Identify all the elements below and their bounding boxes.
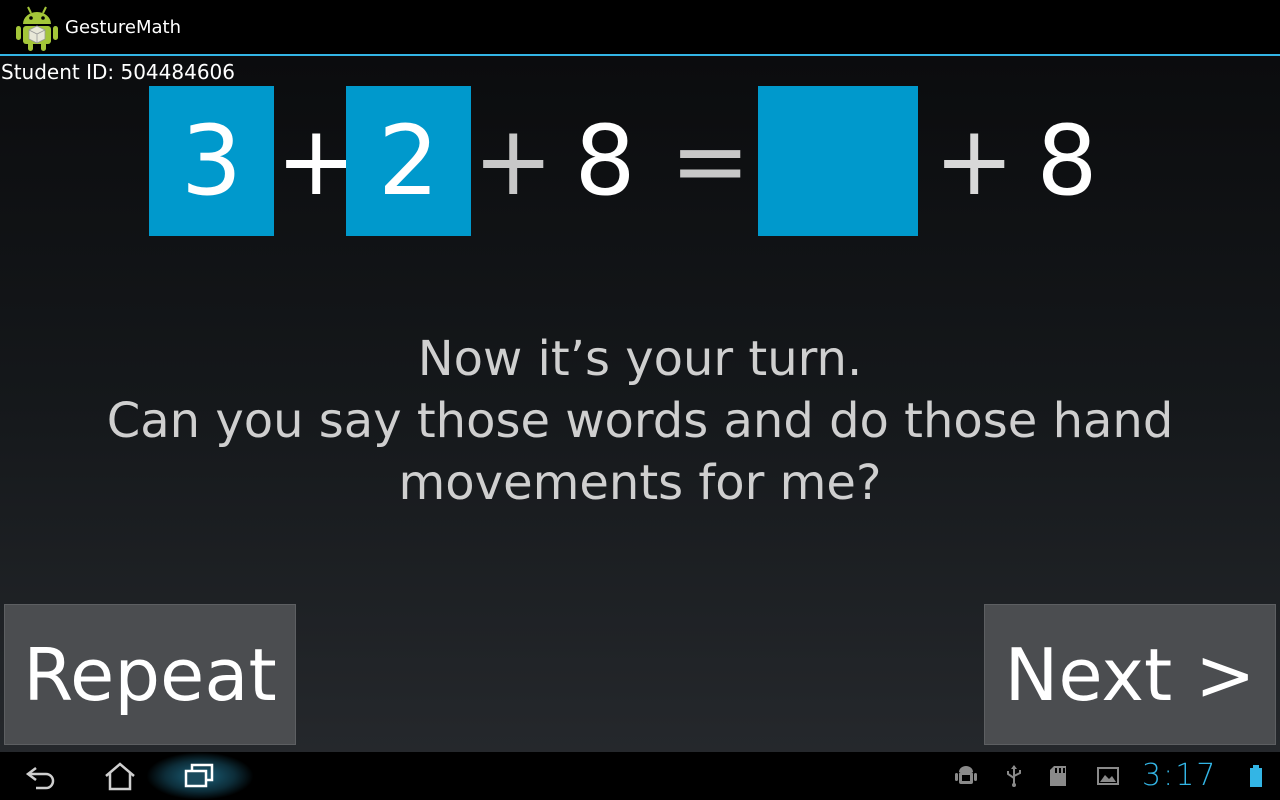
screenshot-icon[interactable]	[1096, 764, 1120, 788]
equation-term-4: 8	[1036, 105, 1098, 217]
equation-term-box-1[interactable]: 3	[149, 86, 274, 236]
equation-plus-3: +	[934, 105, 1015, 217]
instruction-text: Now it’s your turn. Can you say those wo…	[0, 328, 1280, 514]
instruction-line-3: movements for me?	[398, 455, 882, 511]
equation-plus-1: +	[276, 105, 357, 217]
system-bar: 3:17	[0, 752, 1280, 800]
main-content: Student ID: 504484606 3 + 2 + 8 = + 8 No…	[0, 56, 1280, 752]
equation-term-3: 8	[574, 105, 636, 217]
equation-plus-2: +	[473, 105, 554, 217]
recents-icon[interactable]	[182, 760, 218, 792]
repeat-button[interactable]: Repeat	[4, 604, 296, 745]
screen: GestureMath Student ID: 504484606 3 + 2 …	[0, 0, 1280, 800]
back-icon[interactable]	[22, 760, 58, 792]
equation-term-box-2[interactable]: 2	[346, 86, 471, 236]
next-button[interactable]: Next >	[984, 604, 1276, 745]
battery-icon[interactable]	[1244, 764, 1268, 788]
instruction-line-1: Now it’s your turn.	[417, 331, 863, 387]
home-icon[interactable]	[102, 760, 138, 792]
sd-card-icon[interactable]	[1048, 764, 1072, 788]
equation-answer-box[interactable]	[758, 86, 918, 236]
usb-icon[interactable]	[1002, 764, 1026, 788]
instruction-line-2: Can you say those words and do those han…	[106, 393, 1174, 449]
android-icon	[16, 6, 58, 51]
clock[interactable]: 3:17	[1142, 758, 1217, 794]
equation-equals: =	[670, 105, 751, 217]
action-bar: GestureMath	[0, 0, 1280, 56]
student-id-label: Student ID: 504484606	[1, 60, 236, 84]
android-debug-icon[interactable]	[954, 764, 978, 788]
app-title: GestureMath	[65, 17, 181, 38]
